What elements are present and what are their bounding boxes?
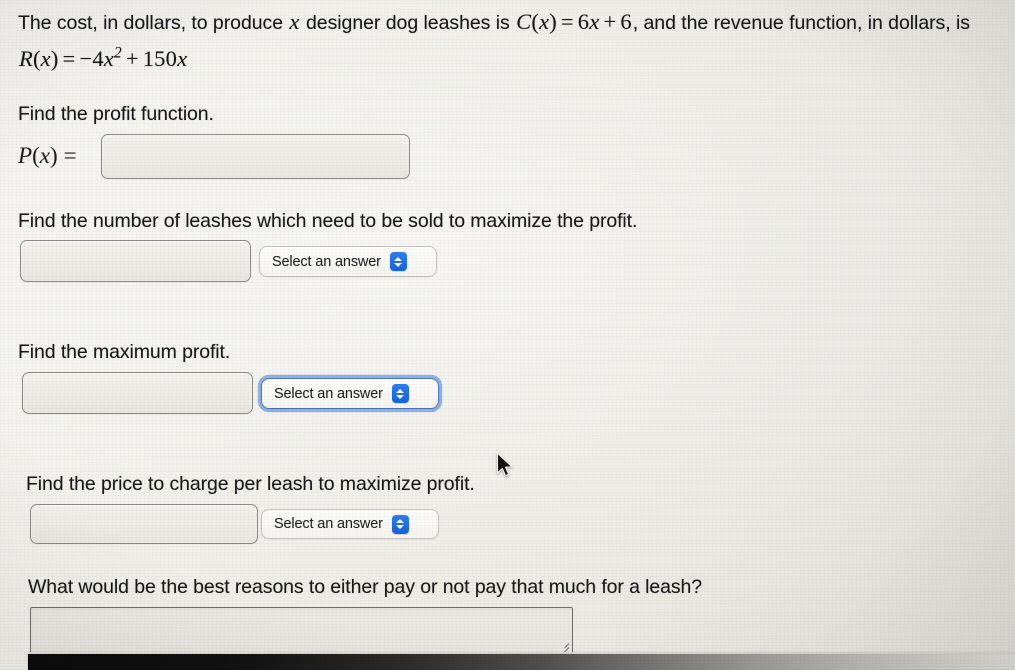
price-per-leash-input[interactable]	[30, 504, 258, 544]
problem-statement: The cost, in dollars, to produce x desig…	[18, 4, 1008, 78]
cost-function-math: C(x) = 6x +6	[516, 9, 632, 34]
best-reasons-textarea[interactable]	[30, 607, 573, 656]
profit-function-equation-label: P(x) =	[18, 143, 77, 168]
select-label: Select an answer	[274, 385, 383, 402]
chevron-up-down-icon[interactable]	[391, 514, 409, 534]
variable-x-math: x	[289, 9, 300, 34]
statement-text-3: , and the revenue function, in dollars, …	[632, 12, 970, 34]
chevron-up-down-icon[interactable]	[389, 252, 407, 271]
price-per-leash-select[interactable]: Select an answer	[261, 509, 439, 539]
number-of-leashes-select[interactable]: Select an answer	[259, 246, 437, 277]
number-of-leashes-input[interactable]	[20, 240, 251, 282]
question-prompt-price-per-leash: Find the price to charge per leash to ma…	[26, 473, 475, 495]
problem-page: The cost, in dollars, to produce x desig…	[0, 0, 1015, 670]
question-prompt-profit-function: Find the profit function.	[18, 103, 214, 125]
revenue-function-math: R(x) = −4x2 +150x	[19, 44, 188, 71]
screen-bottom-edge	[28, 652, 1015, 670]
chevron-up-down-icon[interactable]	[391, 384, 409, 403]
question-prompt-number-of-leashes: Find the number of leashes which need to…	[18, 210, 638, 232]
mouse-pointer-icon	[496, 452, 513, 477]
statement-text-2: designer dog leashes is	[300, 12, 516, 34]
resize-grip-icon[interactable]	[556, 638, 570, 656]
select-label: Select an answer	[274, 516, 383, 532]
question-prompt-best-reasons: What would be the best reasons to either…	[28, 576, 703, 598]
maximum-profit-input[interactable]	[22, 372, 253, 414]
select-label: Select an answer	[272, 253, 381, 270]
maximum-profit-select[interactable]: Select an answer	[261, 378, 439, 409]
question-prompt-maximum-profit: Find the maximum profit.	[18, 341, 231, 363]
statement-text-1: The cost, in dollars, to produce	[18, 12, 289, 34]
profit-function-input[interactable]	[101, 134, 410, 179]
